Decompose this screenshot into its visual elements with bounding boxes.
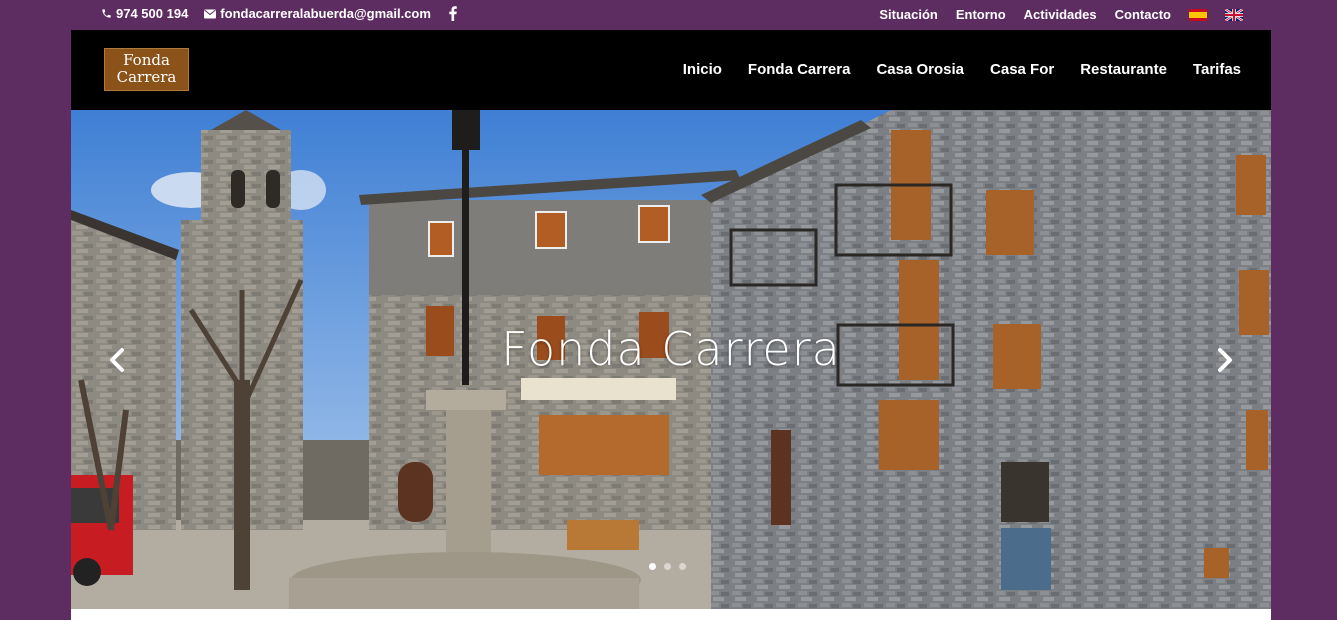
phone-icon [102,9,111,18]
english-flag-icon[interactable] [1225,8,1243,21]
top-links: Situación Entorno Actividades Contacto [879,7,1243,22]
logo-line-1: Fonda [123,51,170,69]
facebook-icon[interactable] [449,6,457,21]
slider-dot-3[interactable] [679,563,686,570]
envelope-icon [204,9,217,18]
slider-pagination [649,563,686,570]
link-actividades[interactable]: Actividades [1024,7,1097,22]
page-container: Fonda Carrera Inicio Fonda Carrera Casa … [71,30,1271,620]
email-address[interactable]: fondacarreralabuerda@gmail.com [220,6,431,21]
contact-info: 974 500 194 fondacarreralabuerda@gmail.c… [101,6,457,21]
nav-casa-for[interactable]: Casa For [990,61,1054,78]
main-header: Fonda Carrera Inicio Fonda Carrera Casa … [71,30,1271,110]
hero-title: Fonda Carrera [501,322,841,376]
site-logo[interactable]: Fonda Carrera [104,48,189,91]
nav-inicio[interactable]: Inicio [683,61,722,78]
slider-dot-1[interactable] [649,563,656,570]
chevron-left-icon[interactable] [102,342,132,378]
nav-restaurante[interactable]: Restaurante [1080,61,1167,78]
slider-dot-2[interactable] [664,563,671,570]
top-bar: 974 500 194 fondacarreralabuerda@gmail.c… [0,0,1337,30]
link-situacion[interactable]: Situación [879,7,938,22]
hero-slider[interactable]: Fonda Carrera [71,110,1271,609]
nav-fonda-carrera[interactable]: Fonda Carrera [748,61,851,78]
spanish-flag-icon[interactable] [1189,8,1207,21]
chevron-right-icon[interactable] [1210,342,1240,378]
nav-casa-orosia[interactable]: Casa Orosia [876,61,964,78]
logo-line-2: Carrera [116,68,177,86]
email-item[interactable]: fondacarreralabuerda@gmail.com [204,6,431,21]
link-entorno[interactable]: Entorno [956,7,1006,22]
phone-item[interactable]: 974 500 194 [101,6,188,21]
link-contacto[interactable]: Contacto [1115,7,1171,22]
phone-number[interactable]: 974 500 194 [116,6,188,21]
nav-tarifas[interactable]: Tarifas [1193,61,1241,78]
main-nav: Inicio Fonda Carrera Casa Orosia Casa Fo… [683,61,1241,78]
